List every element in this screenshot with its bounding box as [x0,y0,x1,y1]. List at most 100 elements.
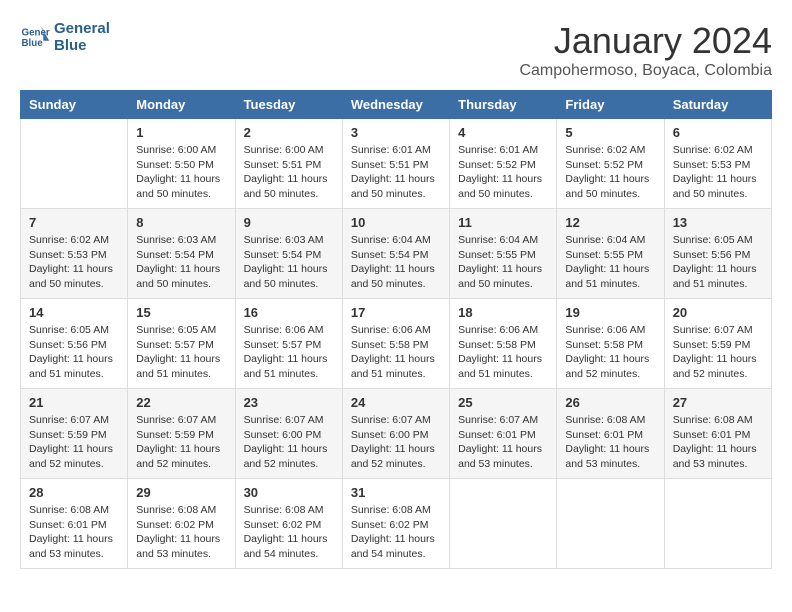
calendar-cell [450,479,557,569]
day-detail: Sunrise: 6:07 AMSunset: 5:59 PMDaylight:… [136,413,226,472]
day-detail: Sunrise: 6:07 AMSunset: 6:01 PMDaylight:… [458,413,548,472]
header-tuesday: Tuesday [235,91,342,119]
day-number: 16 [244,305,334,320]
day-detail: Sunrise: 6:06 AMSunset: 5:58 PMDaylight:… [565,323,655,382]
day-detail: Sunrise: 6:07 AMSunset: 5:59 PMDaylight:… [29,413,119,472]
day-number: 31 [351,485,441,500]
calendar-cell: 13 Sunrise: 6:05 AMSunset: 5:56 PMDayligh… [664,209,771,299]
logo-icon: General Blue [20,22,50,52]
day-detail: Sunrise: 6:06 AMSunset: 5:58 PMDaylight:… [351,323,441,382]
day-detail: Sunrise: 6:03 AMSunset: 5:54 PMDaylight:… [136,233,226,292]
calendar-cell: 29Sunrise: 6:08 AMSunset: 6:02 PMDayligh… [128,479,235,569]
day-number: 5 [565,125,655,140]
day-number: 26 [565,395,655,410]
day-number: 6 [673,125,763,140]
day-number: 2 [244,125,334,140]
calendar-cell: 14Sunrise: 6:05 AMSunset: 5:56 PMDayligh… [21,299,128,389]
day-number: 13 [673,215,763,230]
day-detail: Sunrise: 6:07 AMSunset: 5:59 PMDaylight:… [673,323,763,382]
day-number: 7 [29,215,119,230]
calendar-cell: 5Sunrise: 6:02 AMSunset: 5:52 PMDaylight… [557,119,664,209]
day-detail: Sunrise: 6:04 AMSunset: 5:54 PMDaylight:… [351,233,441,292]
day-detail: Sunrise: 6:06 AMSunset: 5:58 PMDaylight:… [458,323,548,382]
day-number: 27 [673,395,763,410]
calendar-week-row: 7 Sunrise: 6:02 AMSunset: 5:53 PMDaylight… [21,209,772,299]
page-header: General Blue General Blue January 2024 C… [20,20,772,80]
calendar-week-row: 21 Sunrise: 6:07 AMSunset: 5:59 PMDayligh… [21,389,772,479]
day-number: 25 [458,395,548,410]
calendar-cell: 27 Sunrise: 6:08 AMSunset: 6:01 PMDayligh… [664,389,771,479]
logo-blue: Blue [54,37,110,54]
day-number: 10 [351,215,441,230]
day-number: 1 [136,125,226,140]
calendar-cell: 17 Sunrise: 6:06 AMSunset: 5:58 PMDayligh… [342,299,449,389]
calendar-cell: 31 Sunrise: 6:08 AMSunset: 6:02 PMDayligh… [342,479,449,569]
calendar-cell: 16 Sunrise: 6:06 AMSunset: 5:57 PMDayligh… [235,299,342,389]
day-detail: Sunrise: 6:05 AMSunset: 5:56 PMDaylight:… [29,323,119,382]
day-number: 21 [29,395,119,410]
calendar-cell: 7 Sunrise: 6:02 AMSunset: 5:53 PMDaylight… [21,209,128,299]
calendar-cell: 11 Sunrise: 6:04 AMSunset: 5:55 PMDayligh… [450,209,557,299]
calendar-cell [21,119,128,209]
day-number: 11 [458,215,548,230]
day-detail: Sunrise: 6:02 AMSunset: 5:53 PMDaylight:… [673,143,763,202]
calendar-cell: 22Sunrise: 6:07 AMSunset: 5:59 PMDayligh… [128,389,235,479]
calendar-cell: 3 Sunrise: 6:01 AMSunset: 5:51 PMDaylight… [342,119,449,209]
day-number: 19 [565,305,655,320]
day-detail: Sunrise: 6:08 AMSunset: 6:01 PMDaylight:… [565,413,655,472]
calendar-header-row: SundayMondayTuesdayWednesdayThursdayFrid… [21,91,772,119]
day-detail: Sunrise: 6:05 AMSunset: 5:56 PMDaylight:… [673,233,763,292]
day-number: 15 [136,305,226,320]
header-sunday: Sunday [21,91,128,119]
day-detail: Sunrise: 6:02 AMSunset: 5:53 PMDaylight:… [29,233,119,292]
calendar-week-row: 14Sunrise: 6:05 AMSunset: 5:56 PMDayligh… [21,299,772,389]
calendar-cell: 19 Sunrise: 6:06 AMSunset: 5:58 PMDayligh… [557,299,664,389]
day-detail: Sunrise: 6:03 AMSunset: 5:54 PMDaylight:… [244,233,334,292]
day-detail: Sunrise: 6:08 AMSunset: 6:01 PMDaylight:… [29,503,119,562]
calendar-cell: 4Sunrise: 6:01 AMSunset: 5:52 PMDaylight… [450,119,557,209]
day-detail: Sunrise: 6:04 AMSunset: 5:55 PMDaylight:… [458,233,548,292]
day-detail: Sunrise: 6:08 AMSunset: 6:02 PMDaylight:… [351,503,441,562]
calendar-cell: 6 Sunrise: 6:02 AMSunset: 5:53 PMDaylight… [664,119,771,209]
day-number: 30 [244,485,334,500]
calendar-week-row: 1 Sunrise: 6:00 AMSunset: 5:50 PMDaylight… [21,119,772,209]
day-number: 17 [351,305,441,320]
day-detail: Sunrise: 6:01 AMSunset: 5:52 PMDaylight:… [458,143,548,202]
calendar-cell: 23Sunrise: 6:07 AMSunset: 6:00 PMDayligh… [235,389,342,479]
title-section: January 2024 Campohermoso, Boyaca, Colom… [519,20,772,80]
calendar-cell: 10 Sunrise: 6:04 AMSunset: 5:54 PMDayligh… [342,209,449,299]
calendar-cell: 15Sunrise: 6:05 AMSunset: 5:57 PMDayligh… [128,299,235,389]
day-detail: Sunrise: 6:01 AMSunset: 5:51 PMDaylight:… [351,143,441,202]
month-year-title: January 2024 [519,20,772,62]
day-detail: Sunrise: 6:08 AMSunset: 6:02 PMDaylight:… [136,503,226,562]
day-number: 20 [673,305,763,320]
calendar-cell: 25 Sunrise: 6:07 AMSunset: 6:01 PMDayligh… [450,389,557,479]
calendar-body: 1 Sunrise: 6:00 AMSunset: 5:50 PMDaylight… [21,119,772,569]
logo: General Blue General Blue [20,20,110,54]
day-number: 28 [29,485,119,500]
calendar-cell: 18Sunrise: 6:06 AMSunset: 5:58 PMDayligh… [450,299,557,389]
calendar-cell: 12 Sunrise: 6:04 AMSunset: 5:55 PMDayligh… [557,209,664,299]
day-detail: Sunrise: 6:06 AMSunset: 5:57 PMDaylight:… [244,323,334,382]
day-number: 9 [244,215,334,230]
day-detail: Sunrise: 6:00 AMSunset: 5:50 PMDaylight:… [136,143,226,202]
calendar-table: SundayMondayTuesdayWednesdayThursdayFrid… [20,90,772,569]
calendar-cell: 26 Sunrise: 6:08 AMSunset: 6:01 PMDayligh… [557,389,664,479]
day-number: 12 [565,215,655,230]
location-subtitle: Campohermoso, Boyaca, Colombia [519,62,772,80]
day-number: 3 [351,125,441,140]
calendar-week-row: 28 Sunrise: 6:08 AMSunset: 6:01 PMDayligh… [21,479,772,569]
calendar-cell: 28 Sunrise: 6:08 AMSunset: 6:01 PMDayligh… [21,479,128,569]
calendar-cell: 8 Sunrise: 6:03 AMSunset: 5:54 PMDaylight… [128,209,235,299]
header-monday: Monday [128,91,235,119]
day-detail: Sunrise: 6:04 AMSunset: 5:55 PMDaylight:… [565,233,655,292]
day-number: 8 [136,215,226,230]
header-thursday: Thursday [450,91,557,119]
day-detail: Sunrise: 6:08 AMSunset: 6:02 PMDaylight:… [244,503,334,562]
day-detail: Sunrise: 6:07 AMSunset: 6:00 PMDaylight:… [351,413,441,472]
calendar-cell [664,479,771,569]
calendar-cell: 30 Sunrise: 6:08 AMSunset: 6:02 PMDayligh… [235,479,342,569]
day-detail: Sunrise: 6:08 AMSunset: 6:01 PMDaylight:… [673,413,763,472]
svg-text:Blue: Blue [22,38,44,49]
day-detail: Sunrise: 6:07 AMSunset: 6:00 PMDaylight:… [244,413,334,472]
